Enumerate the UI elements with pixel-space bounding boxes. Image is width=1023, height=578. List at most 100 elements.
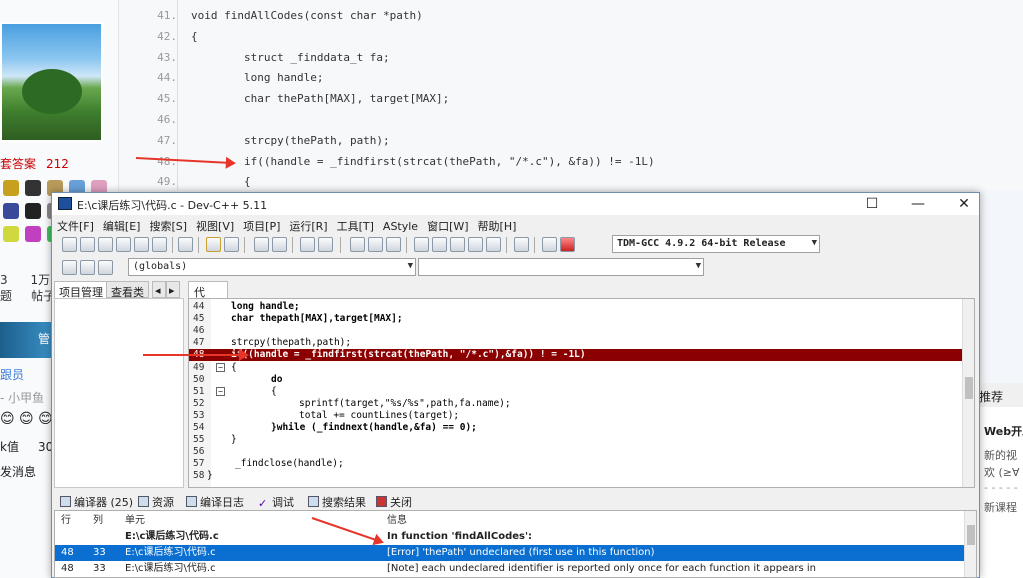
result-row[interactable]: 48 33 E:\c课后练习\代码.c [Note] each undeclared … [55, 561, 966, 577]
toggle-comment-icon[interactable] [386, 237, 401, 252]
chart-icon[interactable] [542, 237, 557, 252]
debug-icon[interactable] [560, 237, 575, 252]
member-label[interactable]: 跟员 [0, 366, 24, 383]
send-message-link[interactable]: 发消息 [0, 463, 36, 480]
close-all-icon[interactable] [152, 237, 167, 252]
compile-run-icon[interactable] [450, 237, 465, 252]
function-select[interactable]: ▼ [418, 258, 704, 276]
menu-window[interactable]: 窗口[W] [422, 216, 468, 234]
code-line[interactable]: 55} [189, 434, 974, 446]
col-header-info[interactable]: 信息 [387, 513, 407, 529]
results-scrollbar[interactable] [964, 511, 976, 577]
tab-compile-log[interactable]: 编译日志 [182, 491, 248, 509]
code-line[interactable]: 51 {− [189, 386, 974, 398]
unindent-icon[interactable] [368, 237, 383, 252]
code-line[interactable]: 46 [189, 325, 974, 337]
code-line[interactable]: 45 char thepath[MAX],target[MAX]; [189, 313, 974, 325]
tab-close[interactable]: 关闭 [372, 491, 416, 509]
compiler-select[interactable]: TDM-GCC 4.9.2 64-bit Release ▼ [612, 235, 820, 253]
save-icon[interactable] [98, 237, 113, 252]
close-file-icon[interactable] [134, 237, 149, 252]
screenshot-root: 套答案 212 3 1万 题 帖子 管 跟员 - 小甲鱼 😊 😊 😊 k值 30 … [0, 0, 1023, 578]
print-icon[interactable] [178, 237, 193, 252]
run-icon[interactable] [432, 237, 447, 252]
minimize-button[interactable]: — [895, 193, 941, 215]
open-icon[interactable] [80, 237, 95, 252]
goto-line-icon[interactable] [318, 237, 333, 252]
indent-icon[interactable] [350, 237, 365, 252]
menu-edit[interactable]: 编辑[E] [98, 216, 141, 234]
fold-toggle-icon[interactable]: − [216, 386, 225, 396]
code-editor[interactable]: 44 long handle; 45 char thepath[MAX],target… [188, 298, 975, 488]
find-icon[interactable] [254, 237, 269, 252]
tab-debug[interactable]: ✓ 调试 [254, 491, 298, 510]
code-line[interactable]: 44 long handle; [189, 301, 974, 313]
menu-view[interactable]: 视图[V] [191, 216, 234, 234]
tab-scroll-right-icon[interactable]: ▸ [166, 281, 180, 298]
code-line[interactable]: 47 strcpy(thepath,path); [189, 337, 974, 349]
menu-project[interactable]: 项目[P] [238, 216, 280, 234]
scope-select[interactable]: (globals) ▼ [128, 258, 416, 276]
line-number: 50 [193, 373, 205, 385]
code-line[interactable]: 53 total += countLines(target); [189, 410, 974, 422]
code-line[interactable]: 57 _findclose(handle); [189, 458, 974, 470]
rebuild-icon[interactable] [468, 237, 483, 252]
tab-compiler[interactable]: 编译器 (25) [56, 491, 137, 509]
result-message: [Note] each undeclared identifier is rep… [387, 563, 817, 574]
tab-class-browser[interactable]: 查看类 [106, 281, 149, 299]
tab-project-manager[interactable]: 项目管理 [54, 281, 108, 299]
left-panel-tabs: 项目管理 查看类 ◂ ▸ [52, 281, 184, 299]
recommend-title[interactable]: Web开发 [984, 423, 1023, 439]
code-text: long handle; [231, 301, 300, 312]
title-bar[interactable]: E:\c课后练习\代码.c - Dev-C++ 5.11 — [52, 193, 979, 215]
tab-scroll-left-icon[interactable]: ◂ [152, 281, 166, 298]
col-header-unit[interactable]: 单元 [125, 513, 145, 529]
tab-resources[interactable]: 资源 [134, 491, 178, 509]
code-line[interactable]: 58} [189, 470, 974, 482]
editor-scrollbar[interactable] [962, 299, 974, 487]
compile-icon[interactable] [414, 237, 429, 252]
code-line[interactable]: 56 [189, 446, 974, 458]
col-header-line[interactable]: 行 [61, 513, 71, 529]
new-file-icon[interactable] [62, 237, 77, 252]
scrollbar-thumb[interactable] [967, 525, 975, 545]
member-name[interactable]: - 小甲鱼 [0, 389, 44, 406]
fold-toggle-icon[interactable]: − [216, 362, 225, 372]
code-line[interactable]: 54}while (_findnext(handle,&fa) == 0); [189, 422, 974, 434]
replace-icon[interactable] [272, 237, 287, 252]
code-line[interactable]: 49 {− [189, 362, 974, 374]
grid-icon [60, 496, 71, 507]
check-icon[interactable] [486, 237, 501, 252]
goto-icon[interactable] [300, 237, 315, 252]
tab-label: 编译器 (25) [74, 496, 134, 509]
result-row[interactable]: 48 33 E:\c课后练习\代码.c [Error] 'thePath' undec… [55, 545, 966, 561]
code-line[interactable]: 50 do [189, 373, 974, 386]
col-header-col[interactable]: 列 [93, 513, 103, 529]
toggle-bookmark-icon[interactable] [98, 260, 113, 275]
menu-file[interactable]: 文件[F] [52, 216, 94, 234]
stop-icon[interactable] [514, 237, 529, 252]
menu-run[interactable]: 运行[R] [284, 216, 327, 234]
save-all-icon[interactable] [116, 237, 131, 252]
result-row[interactable]: E:\c课后练习\代码.c In function 'findAllCodes': [55, 529, 966, 545]
check-icon: ✓ [258, 497, 268, 510]
redo-icon[interactable] [224, 237, 239, 252]
tab-code-file[interactable]: 代码.c [188, 281, 228, 315]
bg-code-line: { [191, 29, 198, 43]
close-button[interactable]: ✕ [941, 193, 987, 215]
error-highlight-line[interactable]: 48if((handle = _findfirst(strcat(thePath… [189, 349, 974, 362]
undo-icon[interactable] [206, 237, 221, 252]
menu-help[interactable]: 帮助[H] [473, 216, 517, 234]
project-tree-panel[interactable] [54, 298, 184, 488]
code-line[interactable]: 52 sprintf(target,"%s/%s",path,fa.name); [189, 398, 974, 410]
menu-tools[interactable]: 工具[T] [332, 216, 374, 234]
value-label: k值 [0, 440, 19, 454]
bookmark-icon[interactable] [80, 260, 95, 275]
menu-astyle[interactable]: AStyle [378, 218, 418, 233]
insert-icon[interactable] [62, 260, 77, 275]
menu-search[interactable]: 搜索[S] [144, 216, 187, 234]
scrollbar-thumb[interactable] [965, 377, 973, 399]
maximize-button[interactable]: ☐ [849, 193, 895, 215]
manager-banner: 管 [0, 322, 52, 358]
tab-search-results[interactable]: 搜索结果 [304, 491, 370, 509]
